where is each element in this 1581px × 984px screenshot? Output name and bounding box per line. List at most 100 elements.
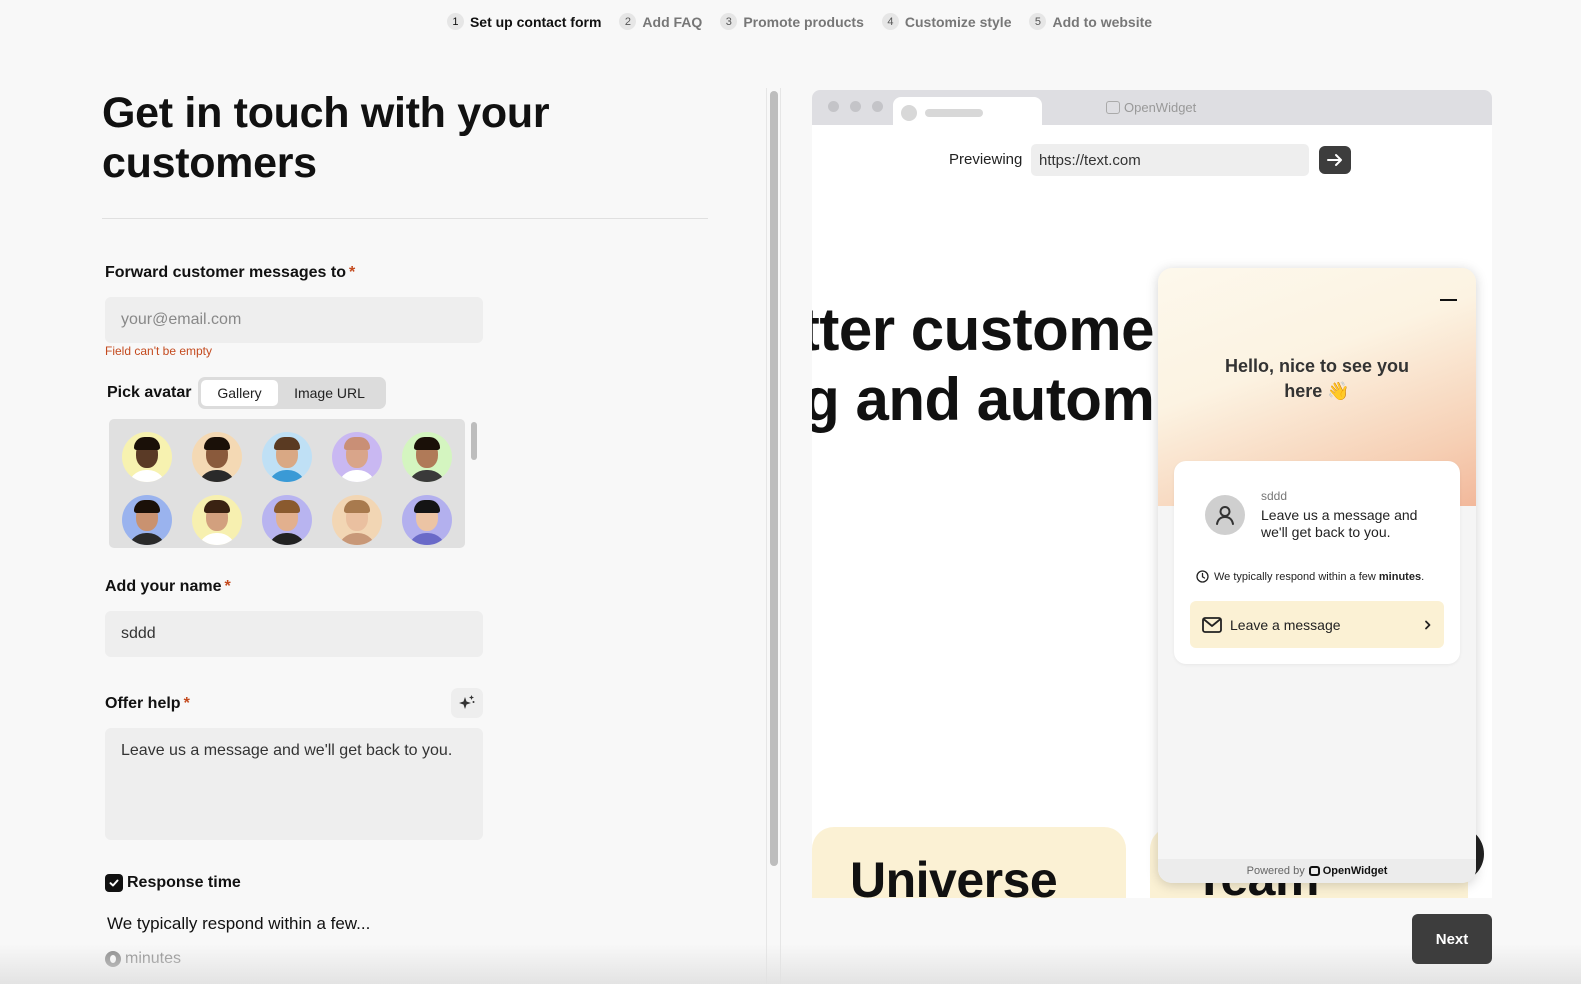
avatar-hair	[134, 500, 160, 513]
offer-help-label-text: Offer help	[105, 695, 181, 712]
forward-label: Forward customer messages to *	[105, 264, 355, 282]
avatar-shoulders	[268, 533, 306, 545]
tab-title-placeholder	[925, 109, 983, 117]
name-value: sddd	[121, 625, 156, 642]
preview-url-input[interactable]: https://text.com	[1031, 144, 1309, 176]
step-label: Add to website	[1052, 13, 1153, 30]
ai-generate-button[interactable]	[451, 688, 483, 718]
previewing-label: Previewing	[949, 151, 1023, 168]
avatar-shoulders	[128, 470, 166, 482]
avatar-option[interactable]	[122, 432, 172, 482]
preview-url-value: https://text.com	[1039, 151, 1141, 169]
avatar-shoulders	[338, 533, 376, 545]
avatar-option[interactable]	[402, 432, 452, 482]
agent-avatar	[1205, 495, 1245, 535]
openwidget-logo-icon	[1308, 866, 1320, 876]
avatar-option[interactable]	[332, 495, 382, 545]
gallery-scroll-thumb[interactable]	[471, 422, 477, 460]
response-time-label: Response time	[127, 874, 241, 891]
step-number: 3	[720, 13, 738, 30]
powered-by-text: Powered by	[1246, 865, 1305, 877]
window-dot	[828, 101, 839, 112]
stepper: 1 Set up contact form 2 Add FAQ 3 Promot…	[0, 13, 1581, 30]
step-label: Customize style	[904, 13, 1012, 30]
avatar-option[interactable]	[122, 495, 172, 545]
sparkles-icon	[459, 695, 475, 709]
radio-minutes[interactable]	[105, 951, 121, 967]
arrow-right-icon	[1327, 154, 1342, 166]
response-time-toggle: Response time	[105, 874, 241, 892]
step-set-up-contact-form[interactable]: 1 Set up contact form	[446, 13, 601, 30]
page-title: Get in touch with your customers	[102, 89, 550, 187]
avatar-option[interactable]	[402, 495, 452, 545]
openwidget-logo-icon	[1106, 101, 1120, 114]
preview-card-universe: Universe	[812, 827, 1126, 898]
browser-tab	[893, 97, 1042, 125]
step-label: Add FAQ	[642, 13, 703, 30]
form-panel: Get in touch with your customers Forward…	[102, 88, 710, 967]
agent-message: Leave us a message and we'll get back to…	[1261, 507, 1418, 540]
avatar-hair	[204, 437, 230, 450]
radio-minutes-label: minutes	[125, 950, 182, 967]
email-placeholder: your@email.com	[121, 311, 242, 328]
next-button[interactable]: Next	[1412, 914, 1492, 964]
openwidget-brand-link[interactable]: OpenWidget	[1308, 865, 1388, 877]
avatar-option[interactable]	[262, 495, 312, 545]
avatar-source-toggle: Gallery Image URL	[198, 377, 386, 409]
leave-message-label: Leave a message	[1230, 616, 1341, 633]
avatar-option[interactable]	[262, 432, 312, 482]
response-option-minutes[interactable]: minutes	[105, 950, 181, 968]
avatar-gallery	[109, 419, 465, 548]
response-time-text: We typically respond within a few...	[107, 914, 371, 933]
response-suffix: .	[1421, 570, 1425, 583]
avatar-shoulders	[198, 533, 236, 545]
forward-email-input[interactable]: your@email.com	[105, 297, 483, 343]
offer-help-label: Offer help *	[105, 695, 190, 713]
required-mark: *	[348, 264, 356, 281]
response-time-note: We typically respond within a few minute…	[1196, 570, 1424, 583]
browser-site-title: OpenWidget	[1106, 100, 1196, 115]
hero-line-1: etter custome	[812, 296, 1154, 363]
offer-help-textarea[interactable]: Leave us a message and we'll get back to…	[105, 728, 483, 840]
agent-name: sddd	[1261, 489, 1288, 503]
tab-gallery[interactable]: Gallery	[201, 380, 278, 406]
avatar-hair	[344, 500, 370, 513]
avatar-hair	[414, 437, 440, 450]
avatar-option[interactable]	[332, 432, 382, 482]
form-scroll-thumb[interactable]	[770, 91, 778, 866]
step-promote-products[interactable]: 3 Promote products	[720, 13, 864, 30]
step-customize-style[interactable]: 4 Customize style	[881, 13, 1012, 30]
required-mark: *	[224, 578, 231, 595]
avatar-shoulders	[408, 533, 446, 545]
step-add-to-website[interactable]: 5 Add to website	[1029, 13, 1152, 30]
leave-message-button[interactable]: Leave a message	[1190, 601, 1444, 648]
chat-widget: Hello, nice to see you here 👋 sddd Leave…	[1158, 268, 1476, 883]
tab-image-url[interactable]: Image URL	[278, 380, 381, 406]
avatar-shoulders	[408, 470, 446, 482]
response-time-checkbox[interactable]	[105, 874, 123, 892]
widget-greeting: Hello, nice to see you here 👋	[1158, 354, 1476, 404]
gallery-scrollbar[interactable]	[469, 419, 479, 548]
step-number: 1	[446, 13, 464, 30]
brand-text: OpenWidget	[1322, 865, 1388, 877]
avatar-shoulders	[128, 533, 166, 545]
response-unit: minutes	[1378, 570, 1422, 583]
avatar-option[interactable]	[192, 432, 242, 482]
widget-footer: Powered by OpenWidget	[1158, 859, 1476, 883]
pick-avatar-label: Pick avatar	[107, 384, 192, 401]
step-number: 5	[1029, 13, 1047, 30]
minimize-icon[interactable]	[1440, 299, 1457, 301]
step-add-faq[interactable]: 2 Add FAQ	[619, 13, 702, 30]
avatar-hair	[344, 437, 370, 450]
check-icon	[109, 879, 119, 887]
avatar-hair	[274, 500, 300, 513]
user-icon	[1216, 506, 1234, 525]
preview-hero-heading: etter custome ng and autom	[812, 295, 1155, 435]
widget-message-card: sddd Leave us a message and we'll get ba…	[1174, 461, 1460, 664]
preview-go-button[interactable]	[1319, 146, 1351, 174]
hero-line-2: ng and autom	[812, 366, 1155, 433]
avatar-option[interactable]	[192, 495, 242, 545]
name-input[interactable]: sddd	[105, 611, 483, 657]
form-scrollbar[interactable]	[766, 88, 781, 984]
required-mark: *	[183, 695, 190, 712]
